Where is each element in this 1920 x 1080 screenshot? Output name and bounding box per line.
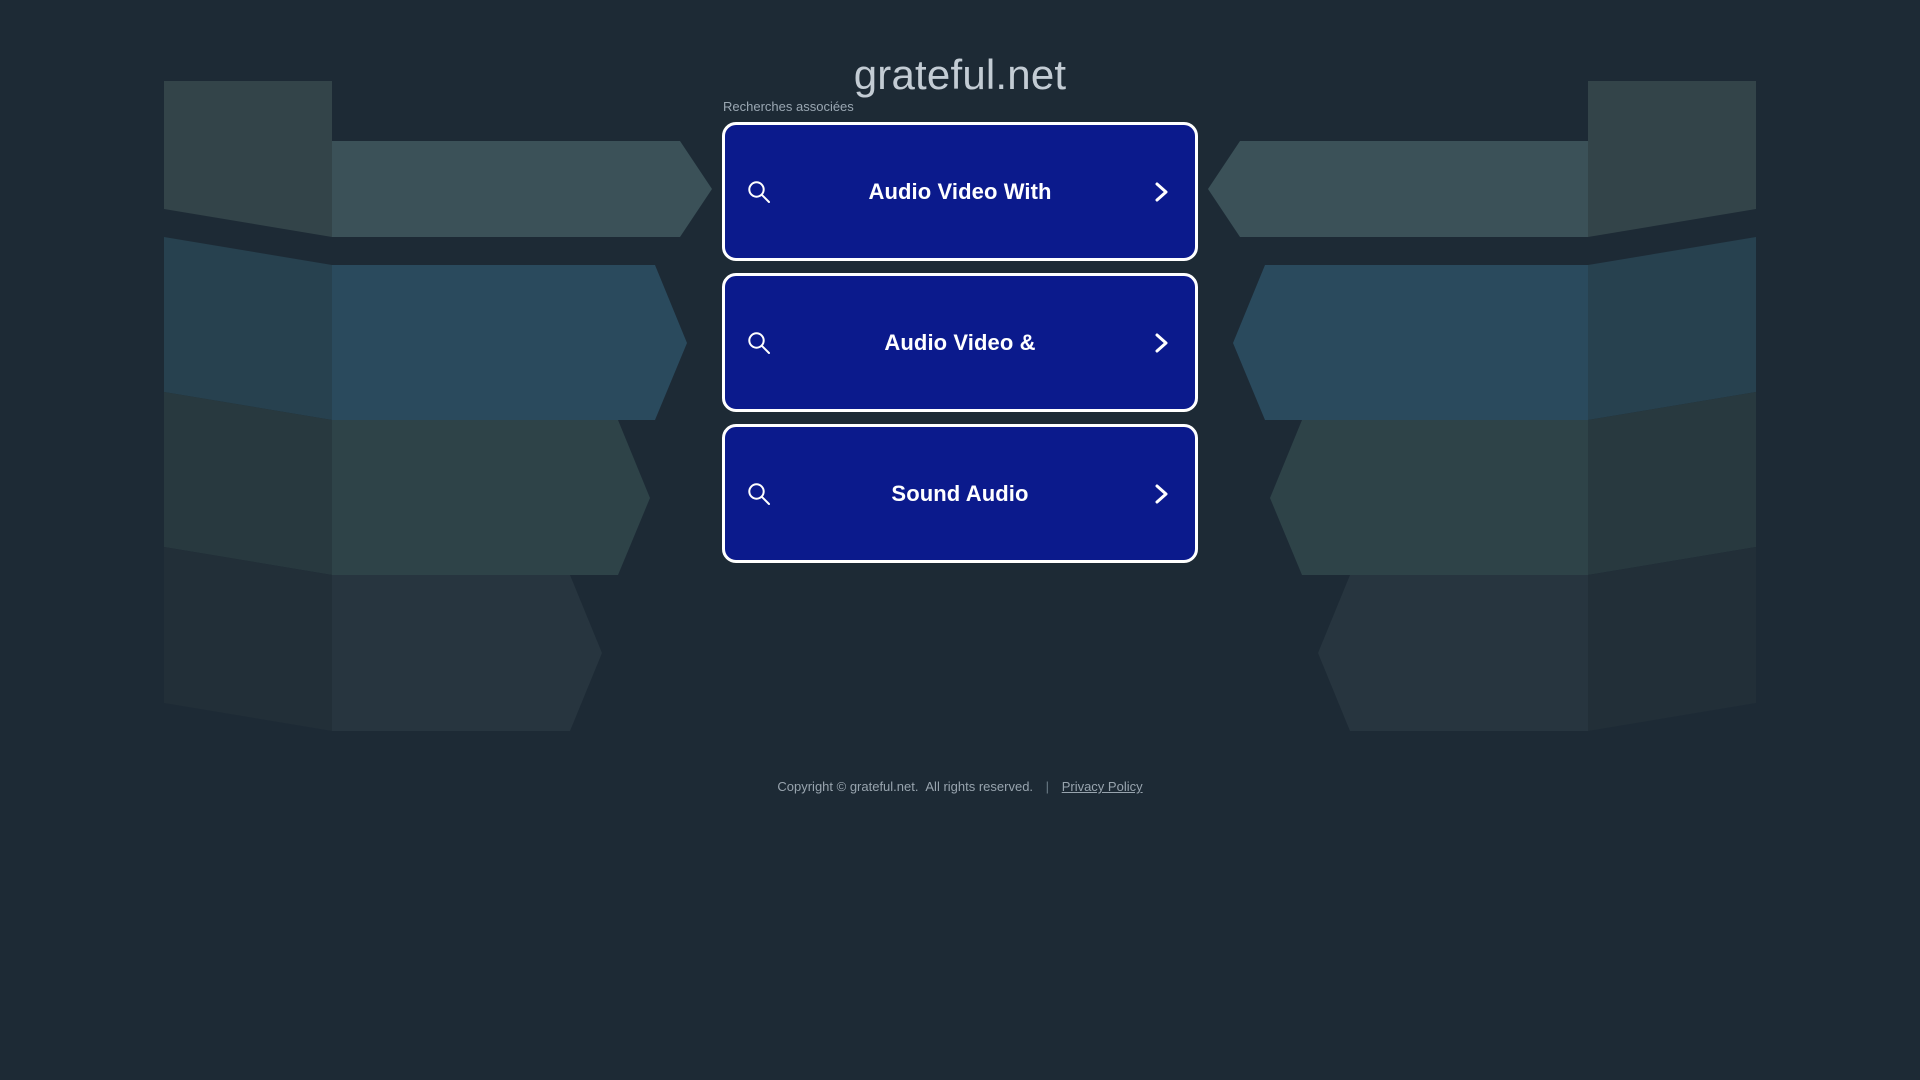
search-icon bbox=[748, 331, 770, 354]
related-search-card-3[interactable]: Sound Audio bbox=[722, 424, 1198, 563]
search-icon bbox=[748, 482, 770, 505]
related-search-card-1[interactable]: Audio Video With bbox=[722, 122, 1198, 261]
footer-copyright: Copyright © grateful.net. bbox=[777, 779, 919, 794]
related-search-card-2[interactable]: Audio Video & bbox=[722, 273, 1198, 412]
chevron-right-icon bbox=[1155, 182, 1168, 201]
privacy-policy-link[interactable]: Privacy Policy bbox=[1062, 779, 1143, 794]
footer-rights: All rights reserved. bbox=[925, 779, 1034, 794]
related-searches-block: Recherches associées Audio Video With Au… bbox=[722, 99, 1198, 563]
related-search-label: Audio Video & bbox=[884, 329, 1036, 355]
search-icon bbox=[748, 180, 770, 203]
page-root: grateful.net Recherches associées Audio … bbox=[0, 0, 1920, 1080]
page-title: grateful.net bbox=[853, 51, 1067, 99]
footer: Copyright © grateful.net. All rights res… bbox=[0, 778, 1920, 795]
footer-separator: | bbox=[1045, 779, 1050, 794]
chevron-right-icon bbox=[1155, 333, 1168, 352]
related-searches-label: Recherches associées bbox=[723, 99, 854, 114]
chevron-right-icon bbox=[1155, 484, 1168, 503]
related-search-label: Sound Audio bbox=[891, 480, 1029, 506]
related-search-label: Audio Video With bbox=[868, 178, 1052, 204]
